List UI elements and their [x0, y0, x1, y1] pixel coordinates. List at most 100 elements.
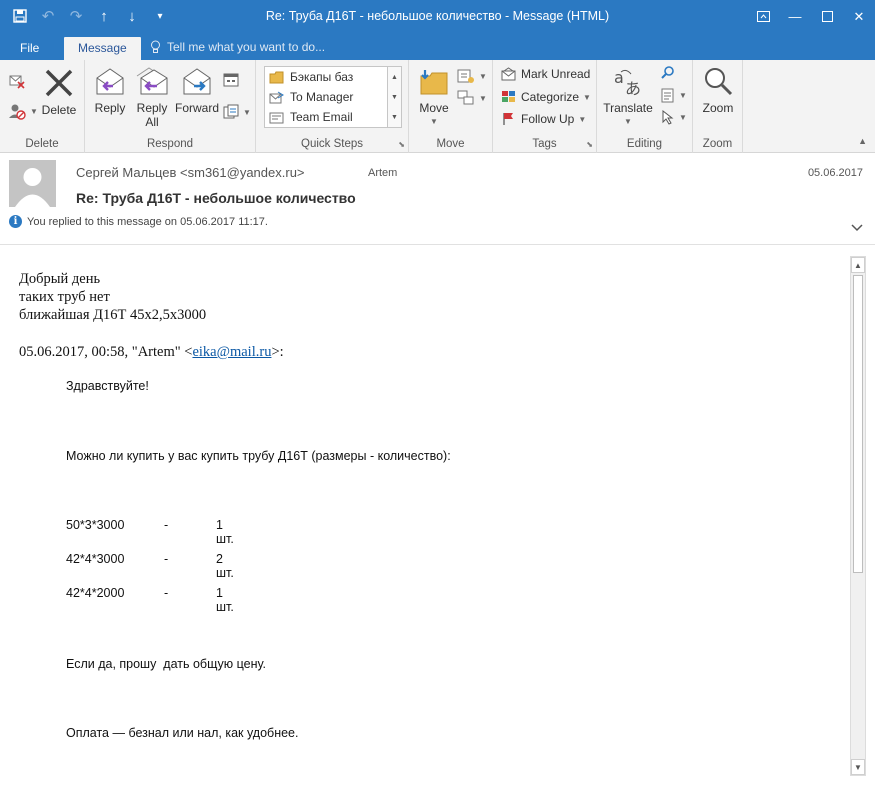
delete-button[interactable]: Delete: [40, 66, 78, 117]
follow-up-caret-icon: ▼: [578, 114, 587, 124]
quote-greeting: Здравствуйте!: [66, 379, 149, 393]
delete-x-icon: [45, 69, 73, 97]
quick-step-backups[interactable]: Бэкапы баз: [265, 67, 387, 87]
zoom-button[interactable]: Zoom: [699, 66, 737, 115]
junk-caret-icon: ▼: [30, 106, 38, 116]
quick-step-to-manager-label: To Manager: [290, 90, 354, 104]
translate-caret-icon: ▼: [624, 117, 632, 126]
item-dash: -: [164, 586, 169, 600]
rules-button[interactable]: ▼: [457, 68, 487, 84]
message-header: Сергей Мальцев <sm361@yandex.ru> Artem 0…: [0, 153, 875, 245]
item-size: 42*4*2000: [66, 586, 125, 600]
expand-header-chevron-icon[interactable]: [851, 221, 863, 235]
follow-up-button[interactable]: Follow Up ▼: [501, 112, 586, 126]
quick-steps-more-icon[interactable]: ▼: [391, 114, 398, 121]
quote-question: Можно ли купить у вас купить трубу Д16Т …: [66, 449, 451, 463]
tab-message[interactable]: Message: [64, 37, 141, 60]
forward-button[interactable]: Forward: [173, 66, 221, 115]
recipient[interactable]: Artem: [368, 167, 397, 179]
reply-all-label-1: Reply: [136, 101, 168, 115]
replied-infobar[interactable]: i You replied to this message on 05.06.2…: [9, 215, 268, 228]
categorize-icon: [502, 91, 515, 102]
zoom-group-label: Zoom: [702, 138, 733, 150]
rules-icon: [457, 69, 474, 83]
quick-steps-down-icon[interactable]: ▼: [391, 94, 398, 101]
magnifier-icon: [705, 68, 733, 96]
ribbon-display-options-icon[interactable]: [747, 0, 779, 33]
forward-mail-icon: [269, 91, 284, 103]
ribbon-group-zoom: Zoom Zoom: [693, 60, 743, 153]
actions-caret-icon: ▼: [479, 93, 487, 103]
more-respond-icon: [223, 104, 239, 119]
find-icon: [661, 66, 674, 79]
item-size: 50*3*3000: [66, 518, 125, 532]
ignore-button[interactable]: [8, 72, 26, 90]
junk-button[interactable]: ▼: [8, 102, 38, 120]
meeting-icon: [223, 73, 239, 87]
tags-launcher-icon[interactable]: ⬊: [586, 140, 593, 149]
item-qty: 1 шт.: [216, 586, 234, 614]
reply-text: Добрый день таких труб нет ближайшая Д16…: [19, 270, 206, 324]
message-subject: Re: Труба Д16Т - небольшое количество: [76, 190, 356, 206]
tell-me-box[interactable]: Tell me what you want to do...: [150, 40, 325, 54]
maximize-icon[interactable]: [811, 0, 843, 33]
quick-steps-up-icon[interactable]: ▲: [391, 74, 398, 81]
translate-label: Translate: [603, 101, 653, 115]
actions-icon: [457, 90, 474, 105]
translate-icon: aあ: [614, 68, 641, 98]
meeting-button[interactable]: [223, 72, 239, 88]
reply-all-button[interactable]: Reply All: [133, 66, 171, 129]
lightbulb-icon: [151, 40, 160, 53]
actions-button[interactable]: ▼: [457, 90, 487, 106]
tags-group-label: Tags: [532, 138, 557, 150]
quote-payment: Оплата — безнал или нал, как удобнее.: [66, 726, 299, 740]
select-cursor-icon: [662, 110, 674, 125]
find-button[interactable]: [661, 66, 675, 80]
message-body[interactable]: Добрый день таких труб нет ближайшая Д16…: [0, 246, 850, 789]
reply-button[interactable]: Reply: [91, 66, 129, 115]
move-caret-icon: ▼: [430, 117, 438, 126]
scroll-down-icon[interactable]: ▼: [851, 759, 865, 775]
quoted-email-link[interactable]: eika@mail.ru: [192, 344, 271, 360]
editing-group-label: Editing: [626, 138, 663, 150]
quick-step-team-email-label: Team Email: [290, 110, 353, 124]
avatar[interactable]: [9, 160, 56, 207]
collapse-ribbon-icon[interactable]: ▲: [858, 136, 867, 146]
quick-steps-scroll[interactable]: ▲ ▼ ▼: [388, 66, 402, 128]
item-dash: -: [164, 552, 169, 566]
tab-file[interactable]: File: [6, 37, 53, 60]
quick-step-to-manager[interactable]: To Manager: [265, 87, 387, 107]
zoom-label: Zoom: [702, 101, 734, 115]
window-controls: — ✕: [747, 0, 875, 33]
minimize-icon[interactable]: —: [779, 0, 811, 33]
select-button[interactable]: ▼: [661, 110, 687, 125]
sender[interactable]: Сергей Мальцев <sm361@yandex.ru>: [76, 165, 305, 180]
quick-steps-launcher-icon[interactable]: ⬊: [398, 140, 405, 149]
scrollbar-thumb[interactable]: [853, 275, 863, 573]
more-respond-button[interactable]: ▼: [223, 104, 251, 120]
more-respond-caret-icon: ▼: [243, 107, 251, 117]
mark-unread-button[interactable]: Mark Unread: [501, 67, 590, 81]
delete-group-label: Delete: [25, 138, 59, 150]
rules-caret-icon: ▼: [479, 71, 487, 81]
categorize-label: Categorize: [521, 90, 580, 104]
reply-line: Добрый день: [19, 271, 101, 287]
close-icon[interactable]: ✕: [843, 0, 875, 33]
vertical-scrollbar[interactable]: ▲ ▼: [850, 256, 866, 776]
team-email-icon: [269, 112, 284, 123]
delete-label: Delete: [41, 103, 77, 117]
quick-step-team-email[interactable]: Team Email: [265, 107, 387, 127]
ignore-icon: [9, 75, 25, 89]
move-button[interactable]: Move ▼: [415, 66, 453, 129]
info-icon: i: [9, 215, 22, 228]
item-qty: 2 шт.: [216, 552, 234, 580]
related-button[interactable]: ▼: [661, 88, 687, 103]
forward-icon: [183, 68, 211, 95]
quote-price-request: Если да, прошу дать общую цену.: [66, 657, 266, 671]
item-dash: -: [164, 518, 169, 532]
translate-button[interactable]: aあ Translate ▼: [602, 66, 654, 129]
scroll-up-icon[interactable]: ▲: [851, 257, 865, 273]
respond-group-label: Respond: [146, 138, 194, 150]
junk-icon: [9, 104, 26, 120]
categorize-button[interactable]: Categorize ▼: [501, 90, 591, 104]
